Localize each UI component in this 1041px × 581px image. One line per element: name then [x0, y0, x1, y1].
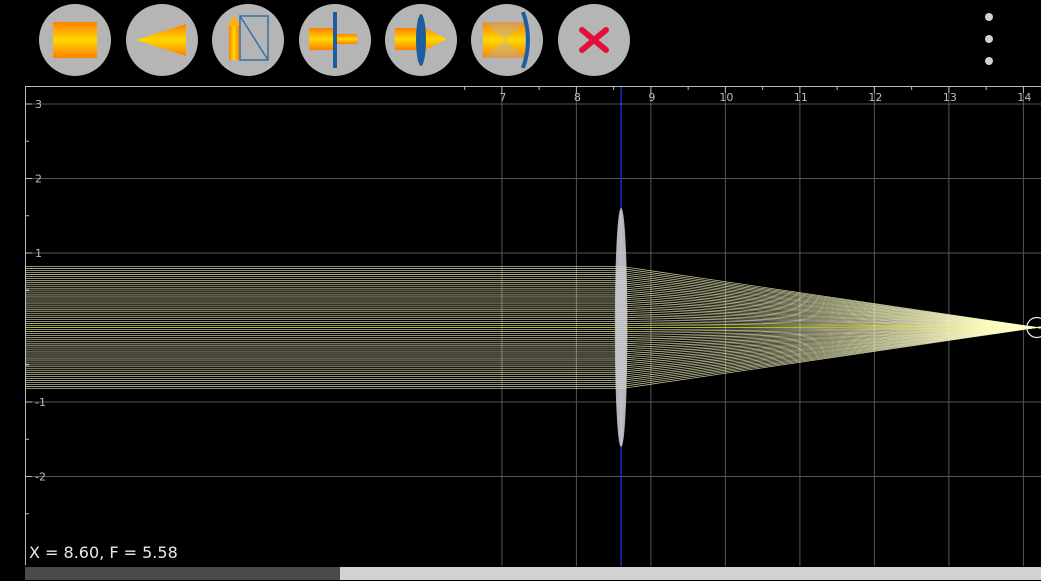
- x-tick-label: 9: [648, 91, 655, 104]
- add-beam-button[interactable]: [126, 4, 198, 76]
- toolbar: [0, 0, 1041, 80]
- x-tick-label: 13: [943, 91, 957, 104]
- more-vertical-icon[interactable]: [976, 8, 1002, 70]
- x-tick-label: 7: [499, 91, 506, 104]
- menu-dot: [985, 35, 993, 43]
- y-tick-label: 1: [35, 247, 42, 260]
- y-tick-label: 3: [35, 98, 42, 111]
- x-tick-label: 14: [1017, 91, 1031, 104]
- light-source-icon: [53, 22, 97, 58]
- aperture-icon: [309, 12, 357, 68]
- beam-cone-icon: [136, 24, 186, 56]
- add-convex-lens-button[interactable]: [385, 4, 457, 76]
- add-light-source-button[interactable]: [39, 4, 111, 76]
- scrollbar-thumb[interactable]: [25, 567, 340, 580]
- position-focal-readout: X = 8.60, F = 5.58: [29, 543, 178, 562]
- x-tick-label: 8: [574, 91, 581, 104]
- y-tick-label: -2: [35, 471, 46, 484]
- y-tick-label: -1: [35, 396, 46, 409]
- x-tick-label: 12: [868, 91, 882, 104]
- optics-simulator-app: 78910111213141516171819321-1-2 X = 8.60,…: [0, 0, 1041, 581]
- optical-bench-canvas[interactable]: 78910111213141516171819321-1-2: [25, 86, 1041, 566]
- optical-bench-svg[interactable]: 78910111213141516171819321-1-2: [26, 87, 1041, 566]
- horizontal-scrollbar[interactable]: [25, 567, 1041, 580]
- concave-lens-icon: [483, 11, 530, 69]
- prism-icon: [227, 15, 269, 61]
- menu-dot: [985, 13, 993, 21]
- add-concave-lens-button[interactable]: [471, 4, 543, 76]
- y-tick-label: 2: [35, 173, 42, 186]
- add-prism-button[interactable]: [212, 4, 284, 76]
- x-tick-label: 11: [794, 91, 808, 104]
- menu-dot: [985, 57, 993, 65]
- x-tick-label: 10: [719, 91, 733, 104]
- convex-lens-icon: [395, 14, 447, 66]
- add-aperture-button[interactable]: [299, 4, 371, 76]
- delete-button[interactable]: [558, 4, 630, 76]
- convex-lens: [614, 208, 628, 447]
- delete-icon: [579, 27, 609, 53]
